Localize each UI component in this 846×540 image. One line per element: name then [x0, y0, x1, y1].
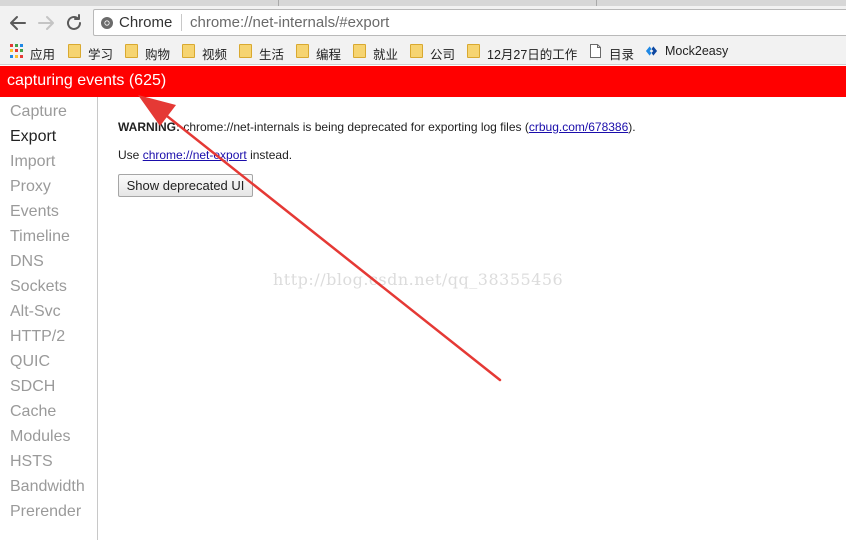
folder-icon — [182, 44, 195, 58]
folder-icon — [68, 44, 81, 58]
bookmark-label: 应用 — [30, 48, 56, 62]
tab-quic[interactable]: QUIC — [10, 353, 50, 371]
bookmark-label: Mock2easy — [665, 44, 729, 58]
folder-icon — [410, 44, 423, 58]
tab-dns[interactable]: DNS — [10, 253, 44, 271]
mock-logo-icon — [645, 46, 658, 56]
warning-label: WARNING: — [118, 120, 180, 134]
tab-alt-svc[interactable]: Alt-Svc — [10, 303, 61, 321]
warning-text: chrome://net-internals is being deprecat… — [180, 120, 529, 134]
use-instead-note: Use chrome://net-export instead. — [118, 148, 292, 162]
tab-sockets[interactable]: Sockets — [10, 278, 67, 296]
bookmark-label: 学习 — [88, 48, 114, 62]
folder-icon — [467, 44, 480, 58]
bookmark-label: 12月27日的工作 — [487, 48, 578, 62]
use-end: instead. — [246, 148, 293, 162]
reload-button[interactable] — [62, 11, 86, 35]
tab-prerender[interactable]: Prerender — [10, 503, 81, 521]
tab-events[interactable]: Events — [10, 203, 59, 221]
bookmarks-bar: 应用 学习 购物 视频 生活 编程 就业 公司 12月27日的工作 目录 Moc… — [0, 39, 846, 65]
tab-import[interactable]: Import — [10, 153, 55, 171]
tab-proxy[interactable]: Proxy — [10, 178, 51, 196]
apps-grid-icon — [10, 44, 23, 58]
tab-export[interactable]: Export — [10, 128, 56, 146]
show-deprecated-ui-button[interactable]: Show deprecated UI — [118, 174, 253, 197]
site-chip: Chrome — [119, 14, 173, 31]
sidebar-tabs: Capture Export Import Proxy Events Timel… — [0, 97, 98, 540]
forward-arrow-icon — [38, 16, 54, 30]
folder-icon — [353, 44, 366, 58]
net-export-link[interactable]: chrome://net-export — [143, 148, 247, 162]
capture-status-text: capturing events (625) — [7, 72, 167, 89]
reload-icon — [67, 14, 81, 30]
browser-toolbar: Chrome chrome://net-internals/#export — [0, 6, 846, 39]
bookmark-label: 购物 — [145, 48, 171, 62]
bookmark-label: 公司 — [430, 48, 456, 62]
use-text: Use — [118, 148, 143, 162]
forward-button[interactable] — [34, 11, 58, 35]
bookmark-label: 视频 — [202, 48, 228, 62]
warning-end: ). — [628, 120, 636, 134]
folder-icon — [296, 44, 309, 58]
page-icon — [590, 44, 601, 58]
address-separator — [181, 14, 182, 31]
chrome-logo-icon — [101, 17, 113, 29]
url-text[interactable]: chrome://net-internals/#export — [190, 14, 389, 31]
bookmark-label: 编程 — [316, 48, 342, 62]
bookmark-label: 生活 — [259, 48, 285, 62]
bookmark-label: 目录 — [609, 48, 635, 62]
arrow-shaft — [146, 99, 502, 382]
watermark-text: http://blog.csdn.net/qq_38355456 — [273, 270, 564, 289]
tab-http2[interactable]: HTTP/2 — [10, 328, 65, 346]
folder-icon — [125, 44, 138, 58]
status-header: capturing events (625) — [0, 66, 846, 97]
crbug-link[interactable]: crbug.com/678386 — [529, 120, 628, 134]
bookmark-label: 就业 — [373, 48, 399, 62]
back-arrow-icon — [10, 16, 26, 30]
deprecation-warning: WARNING: chrome://net-internals is being… — [118, 120, 636, 134]
tab-modules[interactable]: Modules — [10, 428, 70, 446]
tab-timeline[interactable]: Timeline — [10, 228, 70, 246]
tab-hsts[interactable]: HSTS — [10, 453, 53, 471]
tab-bandwidth[interactable]: Bandwidth — [10, 478, 85, 496]
back-button[interactable] — [6, 11, 30, 35]
tab-capture[interactable]: Capture — [10, 103, 67, 121]
address-bar[interactable]: Chrome chrome://net-internals/#export — [93, 9, 846, 36]
tab-cache[interactable]: Cache — [10, 403, 56, 421]
folder-icon — [239, 44, 252, 58]
tab-sdch[interactable]: SDCH — [10, 378, 55, 396]
